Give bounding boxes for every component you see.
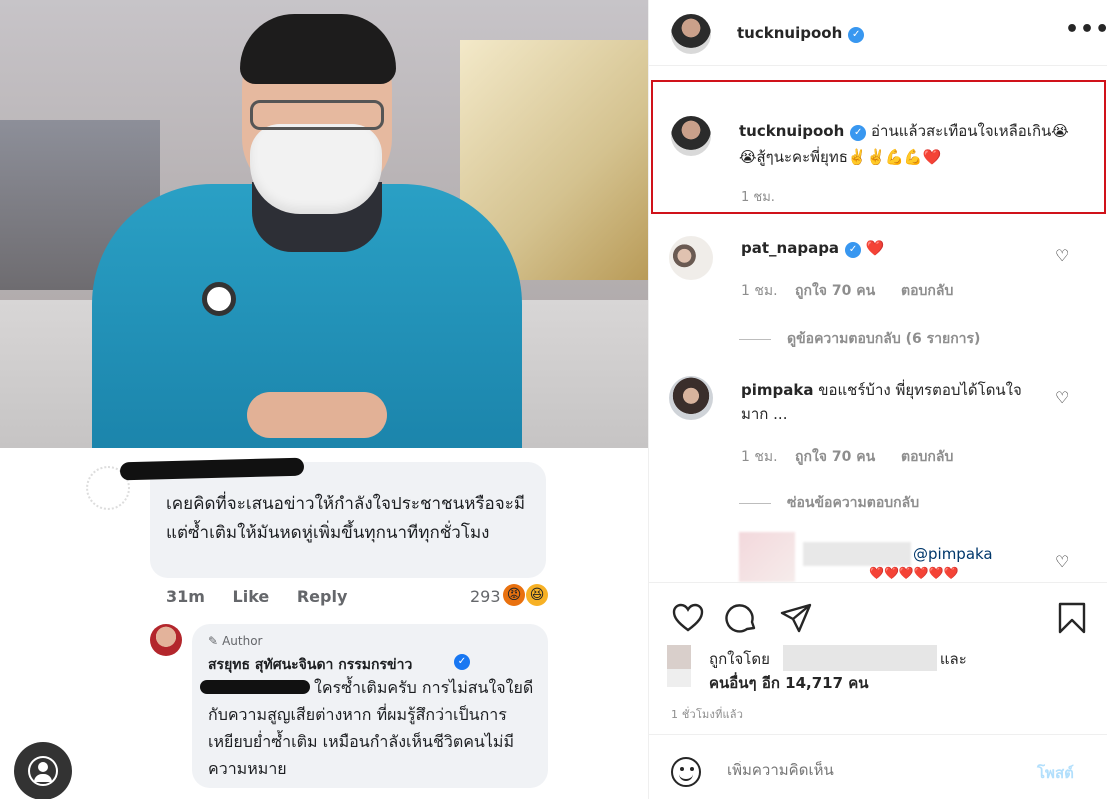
comment-username[interactable]: pimpaka	[741, 381, 813, 399]
poster-username-text[interactable]: tucknuipooh	[737, 24, 842, 42]
post-actions: ถูกใจโดย และ คนอื่นๆ อีก 14,717 คน 1 ชั่ว…	[649, 582, 1107, 732]
share-icon[interactable]	[779, 601, 813, 635]
screen: เคยคิดที่จะเสนอข่าวให้กำลังใจประชาชนหรือ…	[0, 0, 1107, 799]
liker-name-blurred	[783, 645, 937, 671]
anchor-figure	[92, 14, 522, 448]
comment-icon[interactable]	[725, 601, 759, 635]
reply-mention[interactable]: @pimpaka	[913, 542, 993, 566]
comment-likes[interactable]: ถูกใจ 70 คน	[795, 280, 875, 302]
comment-username[interactable]: pat_napapa	[741, 239, 839, 257]
pen-icon: ✎	[208, 634, 219, 648]
caption: tucknuipooh ✓ อ่านแล้วสะเทือนใจเหลือเกิน😭…	[739, 118, 1079, 170]
channel-logo	[202, 282, 236, 316]
verified-icon: ✓	[845, 242, 862, 258]
comment-time[interactable]: 1 ชม.	[741, 446, 778, 468]
comment-like-heart-icon[interactable]: ♡	[1055, 554, 1073, 570]
comment-reply-button[interactable]: ตอบกลับ	[901, 280, 953, 302]
post-sidebar: tucknuipooh ✓ ••• tucknuipooh ✓ อ่านแล้วสะ…	[648, 0, 1107, 799]
author-avatar	[150, 624, 182, 656]
poster-avatar[interactable]	[671, 14, 711, 54]
post-media[interactable]: เคยคิดที่จะเสนอข่าวให้กำลังใจประชาชนหรือ…	[0, 0, 648, 799]
author-name: สรยุทธ สุทัศนะจินดา กรรมกรข่าว	[208, 657, 413, 673]
reply-link: Reply	[296, 587, 348, 606]
like-link: Like	[232, 587, 270, 606]
face-mask	[250, 124, 382, 214]
reaction-count: 293	[470, 587, 501, 606]
add-comment-bar: โพสต์	[649, 734, 1107, 799]
verified-icon: ✓	[454, 654, 470, 670]
news-anchor-photo	[0, 0, 648, 448]
comment-time: 31m	[166, 587, 205, 606]
reply-username-blurred	[803, 542, 911, 566]
likes-prefix: ถูกใจโดย	[709, 650, 770, 668]
account-icon[interactable]	[14, 742, 72, 799]
comment-reply-button[interactable]: ตอบกลับ	[901, 446, 953, 468]
caption-avatar[interactable]	[671, 116, 711, 156]
hair	[240, 14, 396, 84]
author-tag: ✎ Author	[208, 634, 262, 648]
comment-row: pat_napapa ✓ ❤️	[741, 236, 1051, 260]
embedded-comment-screenshot: เคยคิดที่จะเสนอข่าวให้กำลังใจประชาชนหรือ…	[0, 448, 648, 799]
verified-icon: ✓	[850, 125, 867, 141]
view-replies-link[interactable]: ดูข้อความตอบกลับ (6 รายการ)	[739, 328, 980, 350]
caption-time[interactable]: 1 ชม.	[741, 186, 775, 207]
liker-avatar-blurred	[667, 645, 691, 669]
poster-username[interactable]: tucknuipooh ✓	[737, 24, 865, 43]
comment-input[interactable]	[727, 761, 1007, 779]
comment-row: pimpaka ขอแชร์บ้าง พี่ยุทรตอบได้โดนใจ มา…	[741, 378, 1031, 426]
view-replies-label[interactable]: ดูข้อความตอบกลับ (6 รายการ)	[787, 331, 980, 347]
glasses	[250, 100, 384, 130]
post-timestamp[interactable]: 1 ชั่วโมงที่แล้ว	[671, 705, 743, 723]
comment-like-heart-icon[interactable]: ♡	[1055, 390, 1073, 406]
more-options-icon[interactable]: •••	[1065, 19, 1107, 41]
comment-avatar[interactable]	[669, 376, 713, 420]
author-tag-label: Author	[222, 634, 263, 648]
caption-username[interactable]: tucknuipooh	[739, 122, 844, 140]
comment-text: ❤️	[865, 239, 885, 257]
post-comment-button[interactable]: โพสต์	[1037, 761, 1074, 785]
liker-avatar-blurred	[667, 669, 691, 687]
emoji-icon[interactable]	[671, 757, 701, 787]
reply-avatar-blurred	[739, 532, 795, 582]
haha-reaction-icon: 😆	[526, 584, 548, 606]
user-silhouette-icon	[28, 756, 58, 786]
hide-replies-label[interactable]: ซ่อนข้อความตอบกลับ	[787, 495, 919, 511]
comment-time[interactable]: 1 ชม.	[741, 280, 778, 302]
reply-text: ❤️❤️❤️❤️❤️❤️	[869, 566, 959, 580]
post-header: tucknuipooh ✓ •••	[649, 0, 1107, 66]
comment-avatar[interactable]	[669, 236, 713, 280]
comment-meta: 31m Like Reply	[166, 587, 369, 606]
angry-reaction-icon: 😡	[503, 584, 525, 606]
comment-like-heart-icon[interactable]: ♡	[1055, 248, 1073, 264]
divider	[739, 502, 771, 504]
divider	[739, 338, 771, 340]
comment-text: เคยคิดที่จะเสนอข่าวให้กำลังใจประชาชนหรือ…	[166, 494, 526, 543]
likes-others[interactable]: คนอื่นๆ อีก 14,717 คน	[709, 671, 869, 695]
hands	[247, 392, 387, 438]
heart-icon[interactable]	[671, 601, 705, 635]
likes-suffix: และ	[939, 650, 967, 668]
bookmark-icon[interactable]	[1055, 601, 1089, 635]
verified-icon: ✓	[848, 27, 865, 43]
comment-likes[interactable]: ถูกใจ 70 คน	[795, 446, 875, 468]
author-reply-text: ใครซ้ำเติมครับ การไม่สนใจใยดีกับความสูญเ…	[208, 678, 534, 778]
hide-replies-link[interactable]: ซ่อนข้อความตอบกลับ	[739, 492, 919, 514]
